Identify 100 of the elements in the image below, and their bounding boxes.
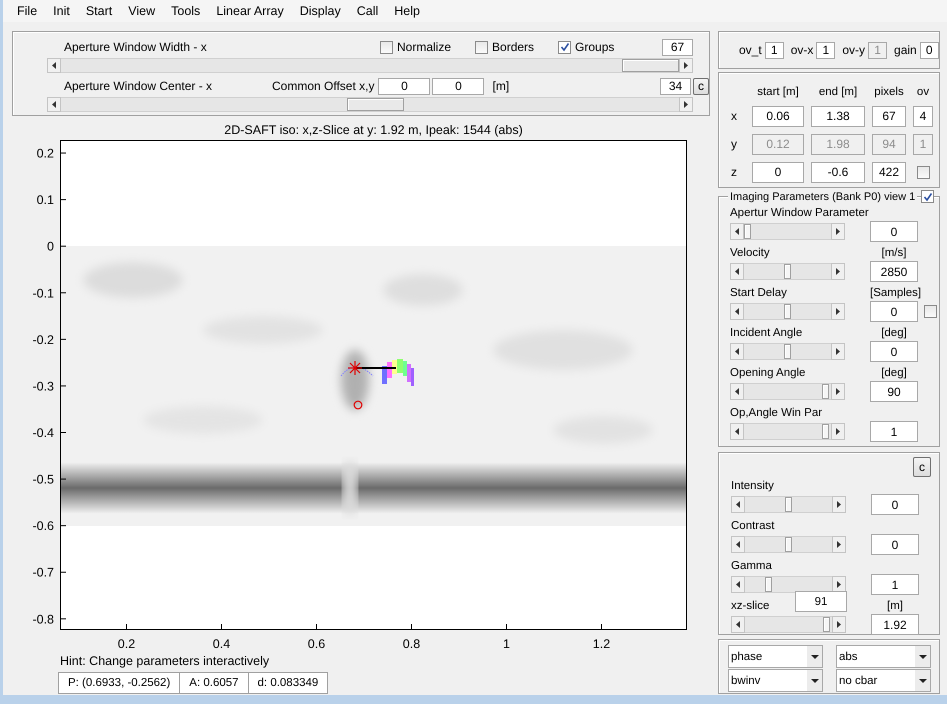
menu-item[interactable]: Help	[388, 2, 426, 20]
dropdown[interactable]: bwinv	[728, 669, 823, 692]
slider-thumb[interactable]	[347, 98, 404, 111]
menu-item[interactable]: Display	[294, 2, 347, 20]
scroll-left-button[interactable]	[731, 576, 745, 593]
checkbox[interactable]	[558, 40, 572, 54]
slider-thumb[interactable]	[822, 384, 829, 399]
value-field[interactable]: 1	[870, 421, 918, 442]
value-field[interactable]: 90	[870, 381, 918, 402]
menu-item[interactable]: View	[122, 2, 162, 20]
value-field[interactable]: 0	[920, 42, 939, 58]
end-field[interactable]: -0.6	[811, 162, 865, 182]
value-field[interactable]: 0	[871, 494, 919, 515]
checkbox-label: Normalize	[397, 40, 452, 54]
reset-button[interactable]: c	[693, 78, 709, 94]
offset-y-field[interactable]: 0	[432, 78, 484, 94]
start-field[interactable]: 0	[752, 162, 804, 182]
param-label: xz-slice	[731, 600, 770, 612]
scroll-right-button[interactable]	[679, 58, 693, 73]
pixels-field[interactable]: 422	[872, 162, 906, 182]
slider-thumb[interactable]	[765, 577, 772, 592]
menu-item[interactable]: File	[11, 2, 44, 20]
menu-item[interactable]: Linear Array	[210, 2, 290, 20]
value-field[interactable]: 1.92	[871, 614, 919, 635]
reset-button[interactable]: c	[913, 457, 931, 477]
tick-label: -0.8	[32, 612, 54, 626]
checkbox[interactable]	[475, 40, 488, 54]
scroll-left-button[interactable]	[730, 343, 744, 360]
scroll-right-button[interactable]	[831, 223, 845, 240]
scroll-left-button[interactable]	[730, 423, 744, 440]
dropdown[interactable]: abs	[836, 645, 931, 668]
axis-label: x	[731, 109, 738, 123]
scroll-right-button[interactable]	[679, 97, 693, 112]
value-field[interactable]: 1	[764, 42, 784, 58]
slider-thumb[interactable]	[784, 304, 791, 319]
value-field[interactable]: 1	[816, 42, 836, 58]
scroll-left-button[interactable]	[730, 223, 744, 240]
value-field[interactable]: 34	[660, 78, 691, 94]
menu-item[interactable]: Start	[80, 2, 118, 20]
scroll-right-button[interactable]	[831, 263, 845, 280]
scroll-left-button[interactable]	[47, 58, 61, 73]
offset-x-field[interactable]: 0	[378, 78, 430, 94]
value-field[interactable]: 0	[870, 301, 918, 322]
param-label: Apertur Window Parameter	[730, 206, 869, 218]
scroll-left-button[interactable]	[47, 97, 61, 112]
scroll-left-button[interactable]	[731, 536, 745, 553]
start-field[interactable]: 0.06	[752, 106, 804, 126]
checkbox[interactable]	[921, 190, 934, 203]
scroll-right-button[interactable]	[832, 496, 846, 513]
scroll-left-button[interactable]	[731, 616, 745, 633]
value-field[interactable]: 2850	[870, 261, 918, 282]
slider-thumb[interactable]	[822, 617, 830, 632]
scroll-right-button[interactable]	[832, 616, 846, 633]
left-triangle-icon	[736, 581, 740, 588]
pixels-field[interactable]: 67	[872, 106, 906, 126]
dropdown[interactable]: no cbar	[836, 669, 931, 692]
unit-label: [m/s]	[880, 246, 908, 258]
slider-thumb[interactable]	[622, 59, 679, 72]
scroll-right-button[interactable]	[831, 423, 845, 440]
slider-thumb[interactable]	[822, 424, 829, 439]
menu-item[interactable]: Tools	[165, 2, 206, 20]
slider-thumb[interactable]	[744, 224, 751, 239]
checkbox[interactable]	[916, 166, 930, 178]
slider-thumb[interactable]	[785, 497, 792, 512]
right-triangle-icon	[836, 388, 840, 395]
check-icon	[560, 42, 570, 52]
slider-thumb[interactable]	[785, 537, 792, 552]
right-triangle-icon	[836, 268, 840, 275]
scroll-right-button[interactable]	[831, 303, 845, 320]
value-field[interactable]: 0	[870, 221, 918, 242]
left-triangle-icon	[735, 308, 739, 315]
menu-item[interactable]: Init	[47, 2, 76, 20]
unit-label: [m]	[886, 600, 904, 612]
value-field[interactable]: 0	[871, 534, 919, 555]
tick-label: -0.7	[32, 566, 54, 580]
scroll-left-button[interactable]	[730, 263, 744, 280]
tick-label: 0.4	[212, 637, 230, 651]
slider-thumb[interactable]	[784, 344, 791, 359]
slice-field[interactable]: 91	[795, 591, 847, 612]
column-header: ov	[916, 86, 930, 98]
checkbox[interactable]	[380, 40, 393, 54]
scroll-left-button[interactable]	[730, 383, 744, 400]
scroll-right-button[interactable]	[831, 343, 845, 360]
value-field[interactable]: 1	[871, 574, 919, 595]
distance-line	[355, 367, 396, 369]
value-field[interactable]: 67	[662, 38, 693, 56]
dropdown[interactable]: phase	[728, 645, 823, 668]
readout-field: P: (0.6933, -0.2562)	[58, 672, 180, 694]
value-field[interactable]: 0	[870, 341, 918, 362]
tick-label: 0.2	[118, 637, 136, 651]
field-label: gain	[894, 43, 917, 57]
slider-thumb[interactable]	[784, 264, 791, 279]
scroll-left-button[interactable]	[730, 303, 744, 320]
scroll-right-button[interactable]	[831, 383, 845, 400]
scroll-right-button[interactable]	[832, 536, 846, 553]
scroll-left-button[interactable]	[731, 496, 745, 513]
ov-field[interactable]: 4	[913, 106, 933, 126]
checkbox[interactable]	[924, 305, 937, 318]
end-field[interactable]: 1.38	[811, 106, 865, 126]
menu-item[interactable]: Call	[350, 2, 384, 20]
